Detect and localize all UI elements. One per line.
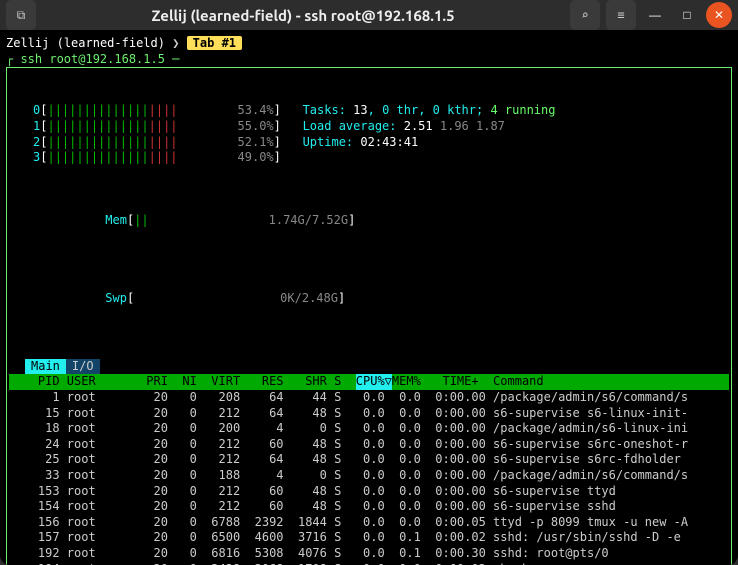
table-row[interactable]: 153 root 20 0 212 60 48 S 0.0 0.0 0:00.0… — [9, 484, 729, 500]
new-tab-button[interactable]: ⧉ — [6, 0, 36, 30]
mem-label: Mem — [105, 213, 127, 227]
htop-tabs: MainI/O — [9, 359, 729, 375]
table-row[interactable]: 15 root 20 0 212 64 48 S 0.0 0.0 0:00.00… — [9, 406, 729, 422]
cpu-meter-0: 0[||||||||||||||||||53.4%] Tasks: 13, 0 … — [33, 103, 555, 117]
htop-process-list[interactable]: 1 root 20 0 208 64 44 S 0.0 0.0 0:00.00 … — [9, 390, 729, 565]
chevron-right-icon: ❯ — [172, 36, 179, 50]
window-title: Zellij (learned-field) - ssh root@192.16… — [42, 7, 564, 24]
zellij-tab[interactable]: Tab #1 — [187, 36, 242, 50]
table-row[interactable]: 156 root 20 0 6788 2392 1844 S 0.0 0.0 0… — [9, 515, 729, 531]
pane-title: ┌ ssh root@192.168.1.5 ─ — [6, 52, 732, 68]
cpu-meter-2: 2[||||||||||||||||||52.1%] Uptime: 02:43… — [33, 135, 418, 149]
terminal[interactable]: Zellij (learned-field) ❯ Tab #1 ┌ ssh ro… — [0, 30, 738, 565]
table-row[interactable]: 25 root 20 0 212 64 48 S 0.0 0.0 0:00.00… — [9, 452, 729, 468]
table-row[interactable]: 24 root 20 0 212 60 48 S 0.0 0.0 0:00.00… — [9, 437, 729, 453]
table-row[interactable]: 33 root 20 0 188 4 0 S 0.0 0.0 0:00.00 /… — [9, 468, 729, 484]
menu-button[interactable]: ≡ — [606, 0, 636, 30]
table-row[interactable]: 154 root 20 0 212 60 48 S 0.0 0.0 0:00.0… — [9, 499, 729, 515]
cpu-meter-3: 3[||||||||||||||||||49.0%] — [33, 150, 303, 164]
pane-title-text: ssh root@192.168.1.5 — [20, 52, 165, 66]
htop-pane[interactable]: 0[||||||||||||||||||53.4%] Tasks: 13, 0 … — [6, 67, 732, 565]
zellij-app: Zellij — [6, 36, 49, 50]
zellij-session: (learned-field) — [57, 36, 165, 50]
htop-tab-main[interactable]: Main — [25, 359, 66, 375]
table-row[interactable]: 18 root 20 0 200 4 0 S 0.0 0.0 0:00.00 /… — [9, 421, 729, 437]
close-button[interactable]: ✕ — [706, 2, 732, 28]
maximize-button[interactable]: □ — [674, 2, 700, 28]
cpu-meter-1: 1[||||||||||||||||||55.0%] Load average:… — [33, 119, 505, 133]
htop-header-row[interactable]: PID USER PRI NI VIRT RES SHR S CPU%▽MEM%… — [9, 374, 729, 390]
htop-meters: 0[||||||||||||||||||53.4%] Tasks: 13, 0 … — [9, 72, 729, 353]
titlebar: ⧉ Zellij (learned-field) - ssh root@192.… — [0, 0, 738, 30]
mem-value: 1.74G/7.52G — [269, 213, 348, 227]
minimize-button[interactable]: — — [642, 2, 668, 28]
table-row[interactable]: 192 root 20 0 6816 5308 4076 S 0.0 0.1 0… — [9, 546, 729, 562]
swp-value: 0K/2.48G — [280, 291, 338, 305]
htop-tab-io[interactable]: I/O — [66, 359, 100, 375]
window: ⧉ Zellij (learned-field) - ssh root@192.… — [0, 0, 738, 565]
swp-label: Swp — [105, 291, 127, 305]
table-row[interactable]: 157 root 20 0 6500 4600 3716 S 0.0 0.1 0… — [9, 530, 729, 546]
search-button[interactable]: ⌕ — [570, 0, 600, 30]
zellij-status-bar: Zellij (learned-field) ❯ Tab #1 — [6, 36, 732, 52]
table-row[interactable]: 1 root 20 0 208 64 44 S 0.0 0.0 0:00.00 … — [9, 390, 729, 406]
table-row[interactable]: 194 root 20 0 3428 3068 1708 S 0.0 0.0 0… — [9, 562, 729, 565]
